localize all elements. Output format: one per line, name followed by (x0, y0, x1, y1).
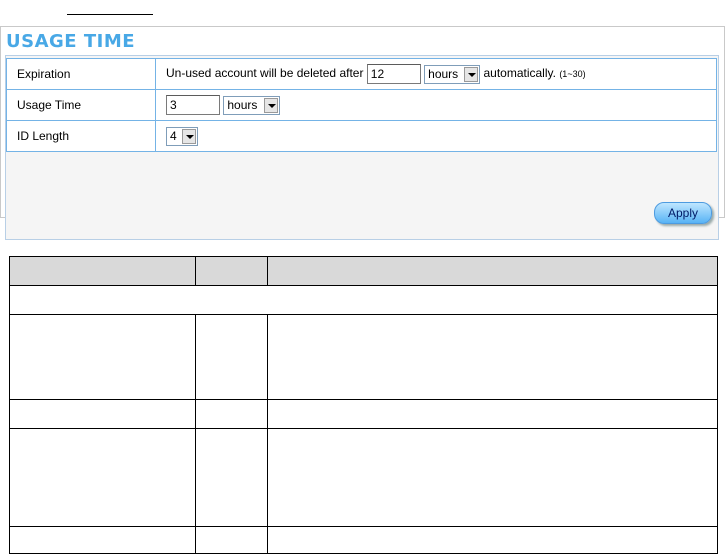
expiration-value-input[interactable]: 12 (366, 64, 421, 84)
doc-header-cell-1 (9, 256, 196, 286)
usage-time-unit-select[interactable]: hours (223, 95, 281, 115)
panel-title: USAGE TIME (6, 31, 136, 52)
expiration-suffix: automatically. (483, 66, 556, 81)
doc-header-cell-3 (267, 256, 718, 286)
doc-cell (195, 314, 268, 400)
doc-section-cell (9, 285, 718, 315)
doc-cell (9, 526, 196, 554)
expiration-unit-value: hours (428, 66, 459, 81)
doc-cell (9, 428, 196, 527)
table-row (9, 399, 718, 429)
doc-cell (267, 399, 718, 429)
doc-cell (267, 526, 718, 554)
row-id-length: ID Length 4 (6, 120, 717, 152)
doc-cell (195, 526, 268, 554)
usage-time-value-input[interactable]: 3 (166, 95, 220, 115)
table-row (9, 428, 718, 527)
top-underline (67, 14, 153, 15)
doc-cell (195, 399, 268, 429)
expiration-cell: Un-used account will be deleted after 12… (155, 58, 717, 90)
usage-time-unit-value: hours (227, 97, 258, 112)
table-row (9, 526, 718, 554)
expiration-unit-select[interactable]: hours (424, 64, 481, 84)
chevron-down-icon (182, 128, 196, 144)
usage-time-cell: 3 hours (155, 89, 717, 121)
doc-cell (9, 399, 196, 429)
usage-time-label: Usage Time (6, 89, 156, 121)
row-usage-time: Usage Time 3 hours (6, 89, 717, 121)
id-length-value: 4 (170, 128, 177, 143)
documentation-table (9, 256, 718, 554)
usage-time-panel: USAGE TIME Expiration Un-used account wi… (0, 26, 725, 240)
chevron-down-icon (464, 66, 479, 82)
doc-cell (9, 314, 196, 400)
settings-table: Expiration Un-used account will be delet… (6, 58, 717, 152)
expiration-label: Expiration (6, 58, 156, 90)
id-length-label: ID Length (6, 120, 156, 152)
doc-section-row (9, 285, 718, 315)
expiration-prefix: Un-used account will be deleted after (166, 66, 364, 81)
id-length-cell: 4 (155, 120, 717, 152)
doc-header-cell-2 (195, 256, 268, 286)
doc-cell (267, 314, 718, 400)
chevron-down-icon (264, 97, 279, 113)
id-length-select[interactable]: 4 (166, 126, 198, 146)
apply-button[interactable]: Apply (654, 202, 712, 224)
row-expiration: Expiration Un-used account will be delet… (6, 58, 717, 90)
button-area: Apply (6, 197, 717, 238)
doc-table-header (9, 256, 718, 286)
doc-cell (195, 428, 268, 527)
expiration-range-hint: (1~30) (559, 69, 586, 80)
table-row (9, 314, 718, 400)
doc-cell (267, 428, 718, 527)
